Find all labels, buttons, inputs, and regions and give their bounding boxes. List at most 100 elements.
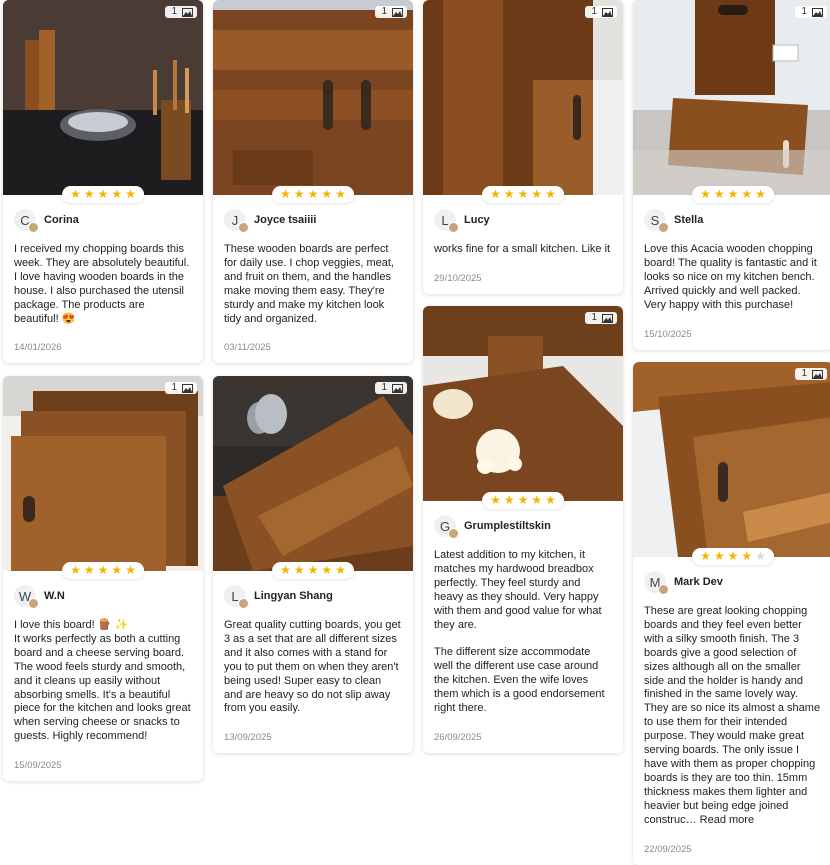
photo-count-badge: 1 — [165, 382, 197, 394]
star-filled-icon: ★ — [335, 187, 346, 201]
image-icon — [182, 7, 193, 17]
author-name: Joyce tsaiiii — [254, 214, 317, 226]
review-date: 29/10/2025 — [434, 272, 482, 284]
star-filled-icon: ★ — [700, 187, 711, 201]
review-text: I love this board! 🪵 ✨ It works perfectl… — [14, 619, 191, 743]
star-filled-icon: ★ — [545, 493, 556, 507]
verified-badge-icon — [658, 584, 669, 595]
verified-badge-icon — [238, 598, 249, 609]
star-filled-icon: ★ — [321, 187, 333, 201]
review-card[interactable]: 1 ★ ★ ★ ★ ★ G Grumplestiltskin Latest additi… — [423, 306, 623, 753]
avatar: L — [434, 209, 459, 233]
star-filled-icon: ★ — [111, 563, 123, 577]
star-filled-icon: ★ — [517, 187, 529, 201]
star-filled-icon: ★ — [490, 187, 501, 201]
image-icon — [392, 7, 403, 17]
review-date: 14/01/2026 — [14, 342, 62, 354]
star-rating: ★ ★ ★ ★ ★ — [692, 548, 774, 565]
star-filled-icon: ★ — [741, 187, 753, 201]
star-filled-icon: ★ — [125, 187, 136, 201]
review-date: 26/09/2025 — [434, 731, 482, 743]
star-filled-icon: ★ — [280, 187, 291, 201]
photo-count-badge: 1 — [585, 6, 617, 18]
star-rating: ★ ★ ★ ★ ★ — [482, 492, 564, 509]
star-filled-icon: ★ — [280, 563, 291, 577]
verified-badge-icon — [448, 528, 459, 539]
photo-count-badge: 1 — [375, 382, 407, 394]
avatar: G — [434, 515, 459, 539]
image-icon — [812, 7, 823, 17]
author-name: Lucy — [464, 214, 490, 226]
star-filled-icon: ★ — [83, 563, 95, 577]
author-name: Grumplestiltskin — [464, 520, 551, 532]
image-icon — [602, 313, 613, 323]
star-filled-icon: ★ — [70, 563, 81, 577]
star-filled-icon: ★ — [111, 187, 123, 201]
review-card[interactable]: 1 ★ ★ ★ ★ ★ L Lingyan Shang Great quality cu… — [213, 376, 413, 754]
star-empty-icon: ★ — [755, 549, 766, 563]
avatar: M — [644, 571, 669, 595]
review-photo[interactable]: 1 ★ ★ ★ ★ ★ — [633, 0, 830, 203]
verified-badge-icon — [448, 222, 459, 233]
verified-badge-icon — [28, 222, 39, 233]
star-filled-icon: ★ — [700, 549, 711, 563]
review-photo[interactable]: 1 ★ ★ ★ ★ ★ — [3, 0, 203, 203]
avatar: L — [224, 585, 249, 609]
verified-badge-icon — [238, 222, 249, 233]
review-photo[interactable]: 1 ★ ★ ★ ★ ★ — [213, 0, 413, 203]
star-filled-icon: ★ — [531, 187, 543, 201]
star-filled-icon: ★ — [83, 187, 95, 201]
review-text: Latest addition to my kitchen, it matche… — [434, 549, 605, 714]
avatar: C — [14, 209, 39, 233]
star-filled-icon: ★ — [125, 563, 136, 577]
avatar: W — [14, 585, 39, 609]
review-photo[interactable]: 1 ★ ★ ★ ★ ★ — [423, 306, 623, 509]
review-author: S Stella — [644, 209, 821, 233]
author-name: Stella — [674, 214, 704, 226]
verified-badge-icon — [28, 598, 39, 609]
review-photo[interactable]: 1 ★ ★ ★ ★ ★ — [213, 376, 413, 579]
review-author: L Lucy — [434, 209, 611, 233]
author-name: Corina — [44, 214, 79, 226]
review-date: 15/09/2025 — [14, 760, 62, 772]
star-filled-icon: ★ — [503, 493, 515, 507]
read-more-link[interactable]: Read more — [700, 814, 754, 826]
star-filled-icon: ★ — [97, 563, 109, 577]
review-photo[interactable]: 1 ★ ★ ★ ★ ★ — [633, 362, 830, 565]
star-filled-icon: ★ — [727, 187, 739, 201]
review-card[interactable]: 1 ★ ★ ★ ★ ★ W W.N I love this board! 🪵 ✨ It … — [3, 376, 203, 782]
review-card[interactable]: 1 ★ ★ ★ ★ ★ J Joyce tsaiiii These wooden boa… — [213, 0, 413, 364]
review-date: 13/09/2025 — [224, 732, 272, 744]
verified-badge-icon — [658, 222, 669, 233]
review-photo[interactable]: 1 ★ ★ ★ ★ ★ — [423, 0, 623, 203]
star-filled-icon: ★ — [97, 187, 109, 201]
review-author: M Mark Dev — [644, 571, 821, 595]
photo-count-badge: 1 — [165, 6, 197, 18]
review-author: J Joyce tsaiiii — [224, 209, 401, 233]
review-photo[interactable]: 1 ★ ★ ★ ★ ★ — [3, 376, 203, 579]
star-rating: ★ ★ ★ ★ ★ — [272, 562, 354, 579]
star-filled-icon: ★ — [545, 187, 556, 201]
review-date: 03/11/2025 — [224, 342, 271, 354]
review-text: Love this Acacia wooden chopping board! … — [644, 243, 817, 311]
photo-count-badge: 1 — [795, 368, 827, 380]
star-filled-icon: ★ — [713, 187, 725, 201]
star-filled-icon: ★ — [741, 549, 753, 563]
author-name: Mark Dev — [674, 576, 723, 588]
review-card[interactable]: 1 ★ ★ ★ ★ ★ M Mark Dev These are great looki… — [633, 362, 830, 865]
reviews-masonry-grid: 1 ★ ★ ★ ★ ★ C Corina I received my chopping … — [0, 0, 830, 865]
star-filled-icon: ★ — [335, 563, 346, 577]
star-filled-icon: ★ — [531, 493, 543, 507]
author-name: W.N — [44, 590, 65, 602]
review-card[interactable]: 1 ★ ★ ★ ★ ★ L Lucy works fine for a small ki… — [423, 0, 623, 294]
review-text: These are great looking chopping boards … — [644, 605, 821, 826]
review-author: C Corina — [14, 209, 191, 233]
star-filled-icon: ★ — [293, 563, 305, 577]
star-rating: ★ ★ ★ ★ ★ — [62, 186, 144, 203]
star-filled-icon: ★ — [293, 187, 305, 201]
star-filled-icon: ★ — [503, 187, 515, 201]
image-icon — [602, 7, 613, 17]
photo-count-badge: 1 — [795, 6, 827, 18]
review-card[interactable]: 1 ★ ★ ★ ★ ★ S Stella Love this Acacia wooden… — [633, 0, 830, 350]
review-card[interactable]: 1 ★ ★ ★ ★ ★ C Corina I received my chopping … — [3, 0, 203, 364]
